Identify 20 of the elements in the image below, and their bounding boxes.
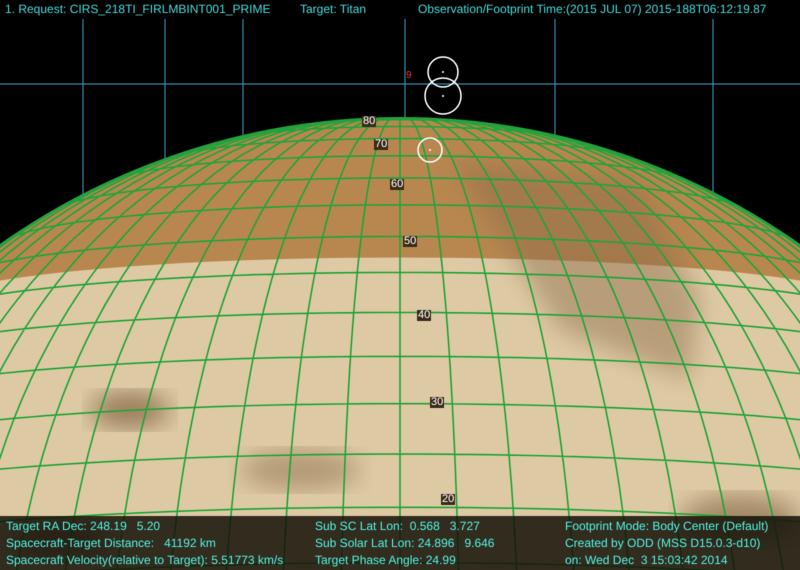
info-text: on: Wed Dec 3 15:03:42 2014 (565, 552, 729, 569)
latitude-label: 50 (403, 236, 418, 247)
info-text: Sub Solar Lat Lon: 24.896 9.646 (315, 535, 496, 552)
latitude-label: 30 (430, 397, 444, 408)
latitude-label: 60 (390, 179, 404, 190)
info-text: Footprint Mode: Body Center (Default) (565, 518, 770, 535)
latitude-label: 70 (374, 139, 388, 150)
info-text: Created by ODD (MSS D15.0.3-d10) (565, 535, 762, 552)
info-text: Target Phase Angle: 24.99 (315, 552, 457, 569)
latitude-label: 80 (362, 116, 376, 127)
info-text: Target RA Dec: 248.19 5.20 (6, 518, 162, 535)
info-text: Sub SC Lat Lon: 0.568 3.727 (315, 518, 481, 535)
observation-time: Observation/Footprint Time:(2015 JUL 07) 2015-188T06:12:19.87 (418, 3, 766, 15)
footprint-number: 9 (406, 71, 412, 81)
request-label: 1. Request: CIRS_218TI_FIRLMBINT001_PRIME (4, 3, 272, 15)
latitude-label: 20 (441, 494, 456, 505)
latitude-label: 40 (417, 310, 432, 321)
info-text: Spacecraft Velocity(relative to Target): 5.51773 km/s (6, 552, 284, 569)
info-text: Spacecraft-Target Distance: 41192 km (6, 535, 217, 552)
target-label: Target: Titan (300, 3, 368, 15)
